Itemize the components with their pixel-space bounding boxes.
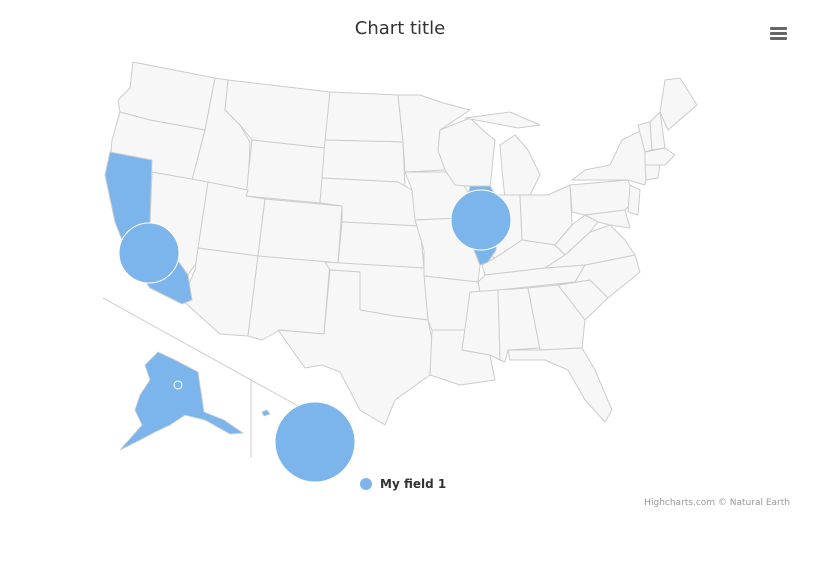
credits-link[interactable]: Highcharts.com © Natural Earth (644, 498, 790, 508)
legend-symbol (360, 478, 372, 490)
legend-item[interactable]: My field 1 (360, 477, 446, 491)
state-new-jersey[interactable] (627, 184, 641, 216)
state-kansas[interactable] (337, 221, 425, 269)
bubble-alaska[interactable] (173, 380, 183, 390)
bubble-illinois[interactable] (450, 189, 512, 251)
state-north-dakota[interactable] (324, 91, 404, 143)
state-new-mexico[interactable] (247, 255, 331, 341)
state-hawaii[interactable] (261, 409, 271, 417)
state-wyoming[interactable] (245, 139, 326, 204)
state-connecticut[interactable] (644, 164, 661, 181)
bubble-california[interactable] (118, 222, 180, 284)
state-alaska[interactable] (119, 351, 245, 451)
state-florida[interactable] (507, 347, 613, 423)
state-colorado[interactable] (257, 198, 343, 265)
state-maine[interactable] (659, 77, 698, 131)
legend-label: My field 1 (380, 477, 447, 491)
bubble-hawaii[interactable] (274, 401, 356, 483)
state-new-york[interactable] (571, 129, 649, 186)
